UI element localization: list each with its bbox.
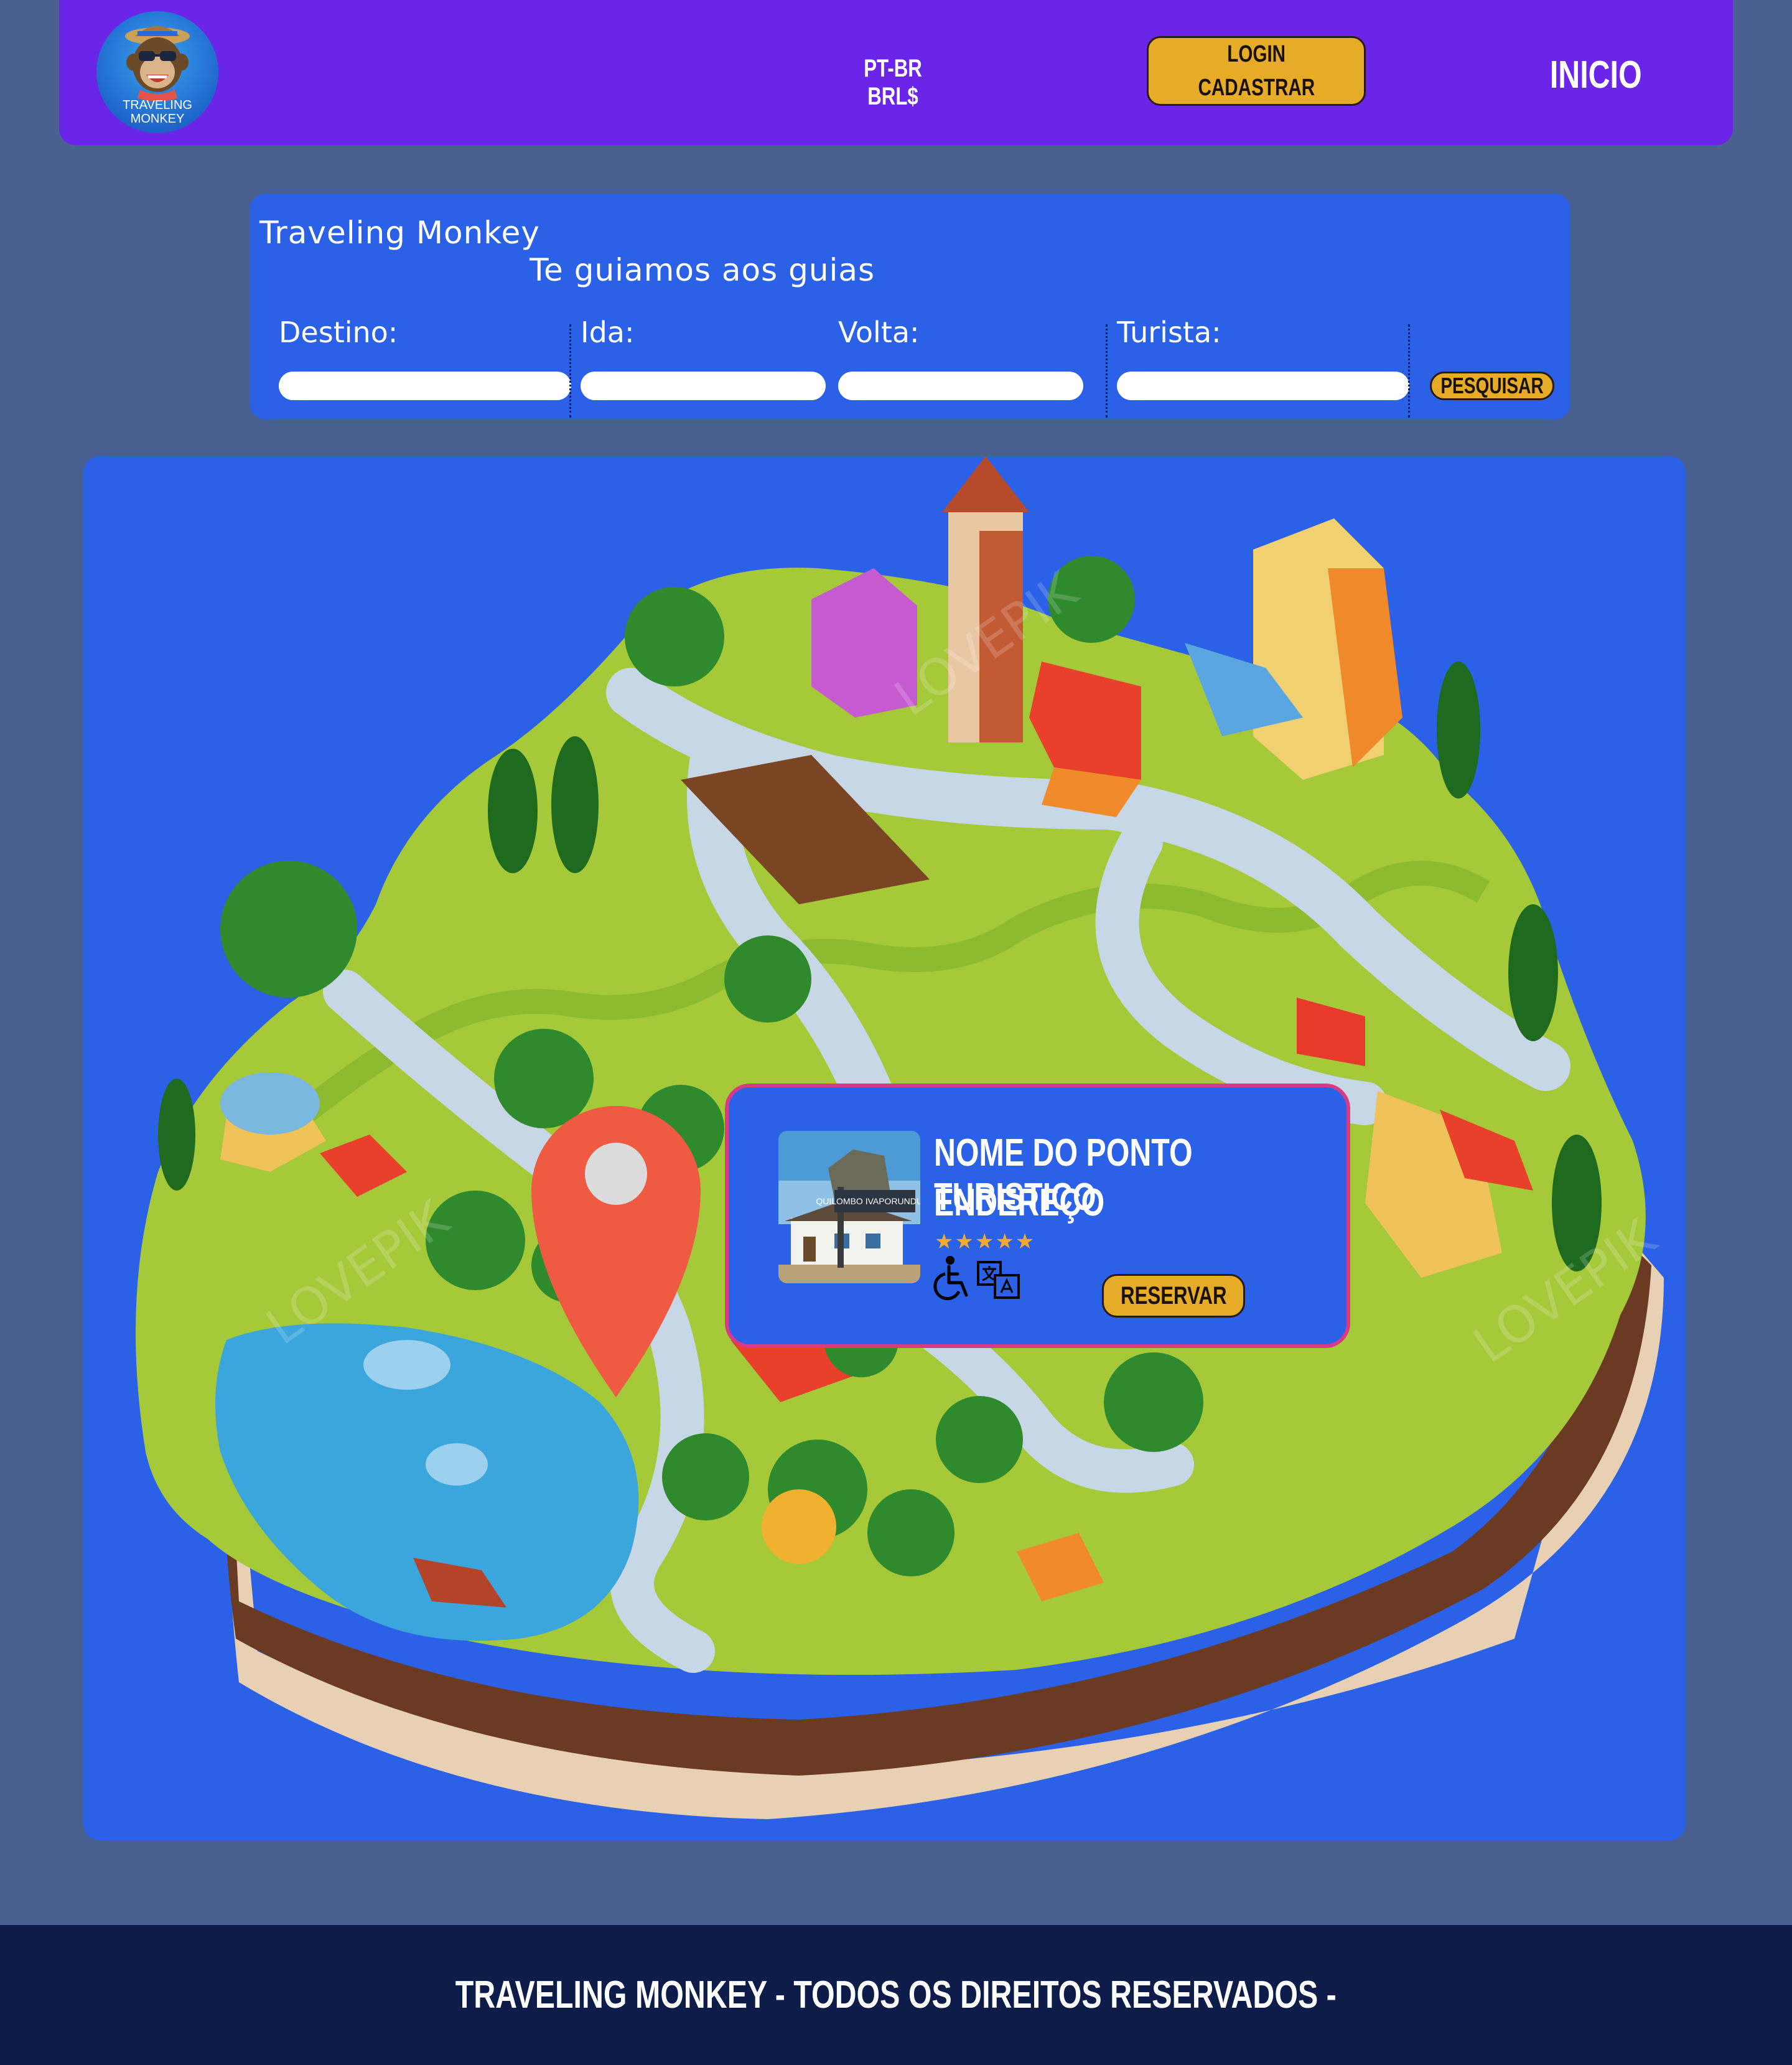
- language-currency-label: PT-BR BRL$: [864, 55, 922, 110]
- svg-text:QUILOMBO IVAPORUNDUVA: QUILOMBO IVAPORUNDUVA: [816, 1196, 920, 1206]
- tagline: Te guiamos aos guias: [530, 252, 875, 288]
- language-currency-selector[interactable]: PT-BR BRL$: [834, 55, 952, 111]
- destination-input[interactable]: [279, 372, 571, 400]
- tourist-spot-photo: QUILOMBO IVAPORUNDUVA: [778, 1131, 920, 1283]
- logo-text: TRAVELING MONKEY: [123, 98, 192, 126]
- login-register-button[interactable]: LOGIN CADASTRAR: [1147, 36, 1366, 106]
- login-label: LOGIN: [1227, 41, 1286, 67]
- traveling-monkey-logo[interactable]: TRAVELING MONKEY: [96, 11, 218, 133]
- map-panel[interactable]: LOVEPIK LOVEPIK LOVEPIK QUILOMBO IVAPORU…: [83, 456, 1686, 1840]
- departure-label: Ida:: [581, 316, 635, 349]
- rating-stars: ★★★★★: [935, 1230, 1036, 1253]
- brand-title: Traveling Monkey: [259, 215, 540, 251]
- wheelchair-accessible-icon: [933, 1256, 968, 1300]
- search-button-label: PESQUISAR: [1440, 373, 1544, 398]
- tourist-spot-address: ENDEREÇO: [934, 1181, 1105, 1224]
- reserve-label: RESERVAR: [1120, 1281, 1227, 1309]
- field-divider: [1106, 324, 1108, 418]
- search-panel: Traveling Monkey Te guiamos aos guias De…: [250, 194, 1570, 419]
- tourist-label: Turista:: [1117, 316, 1221, 349]
- register-label: CADASTRAR: [1198, 75, 1315, 101]
- field-divider: [1408, 324, 1410, 418]
- translation-icon: [977, 1261, 1020, 1299]
- reserve-button[interactable]: RESERVAR: [1102, 1274, 1245, 1318]
- return-date-input[interactable]: [838, 372, 1083, 400]
- tourist-count-input[interactable]: [1117, 372, 1409, 400]
- search-button[interactable]: PESQUISAR: [1430, 372, 1554, 400]
- footer: TRAVELING MONKEY - TODOS OS DIREITOS RES…: [0, 1925, 1792, 2065]
- top-navbar: TRAVELING MONKEY PT-BR BRL$ LOGIN CADAST…: [59, 0, 1733, 145]
- tourist-spot-image: QUILOMBO IVAPORUNDUVA: [778, 1131, 920, 1283]
- copyright-text: TRAVELING MONKEY - TODOS OS DIREITOS RES…: [455, 1974, 1337, 2016]
- departure-date-input[interactable]: [581, 372, 826, 400]
- field-divider: [569, 324, 571, 418]
- return-label: Volta:: [838, 316, 920, 349]
- home-link[interactable]: INICIO: [1537, 53, 1655, 97]
- destination-label: Destino:: [279, 316, 398, 349]
- tourist-spot-popup[interactable]: QUILOMBO IVAPORUNDUVA NOME DO PONTO TURI…: [725, 1084, 1350, 1348]
- home-label: INICIO: [1550, 54, 1642, 96]
